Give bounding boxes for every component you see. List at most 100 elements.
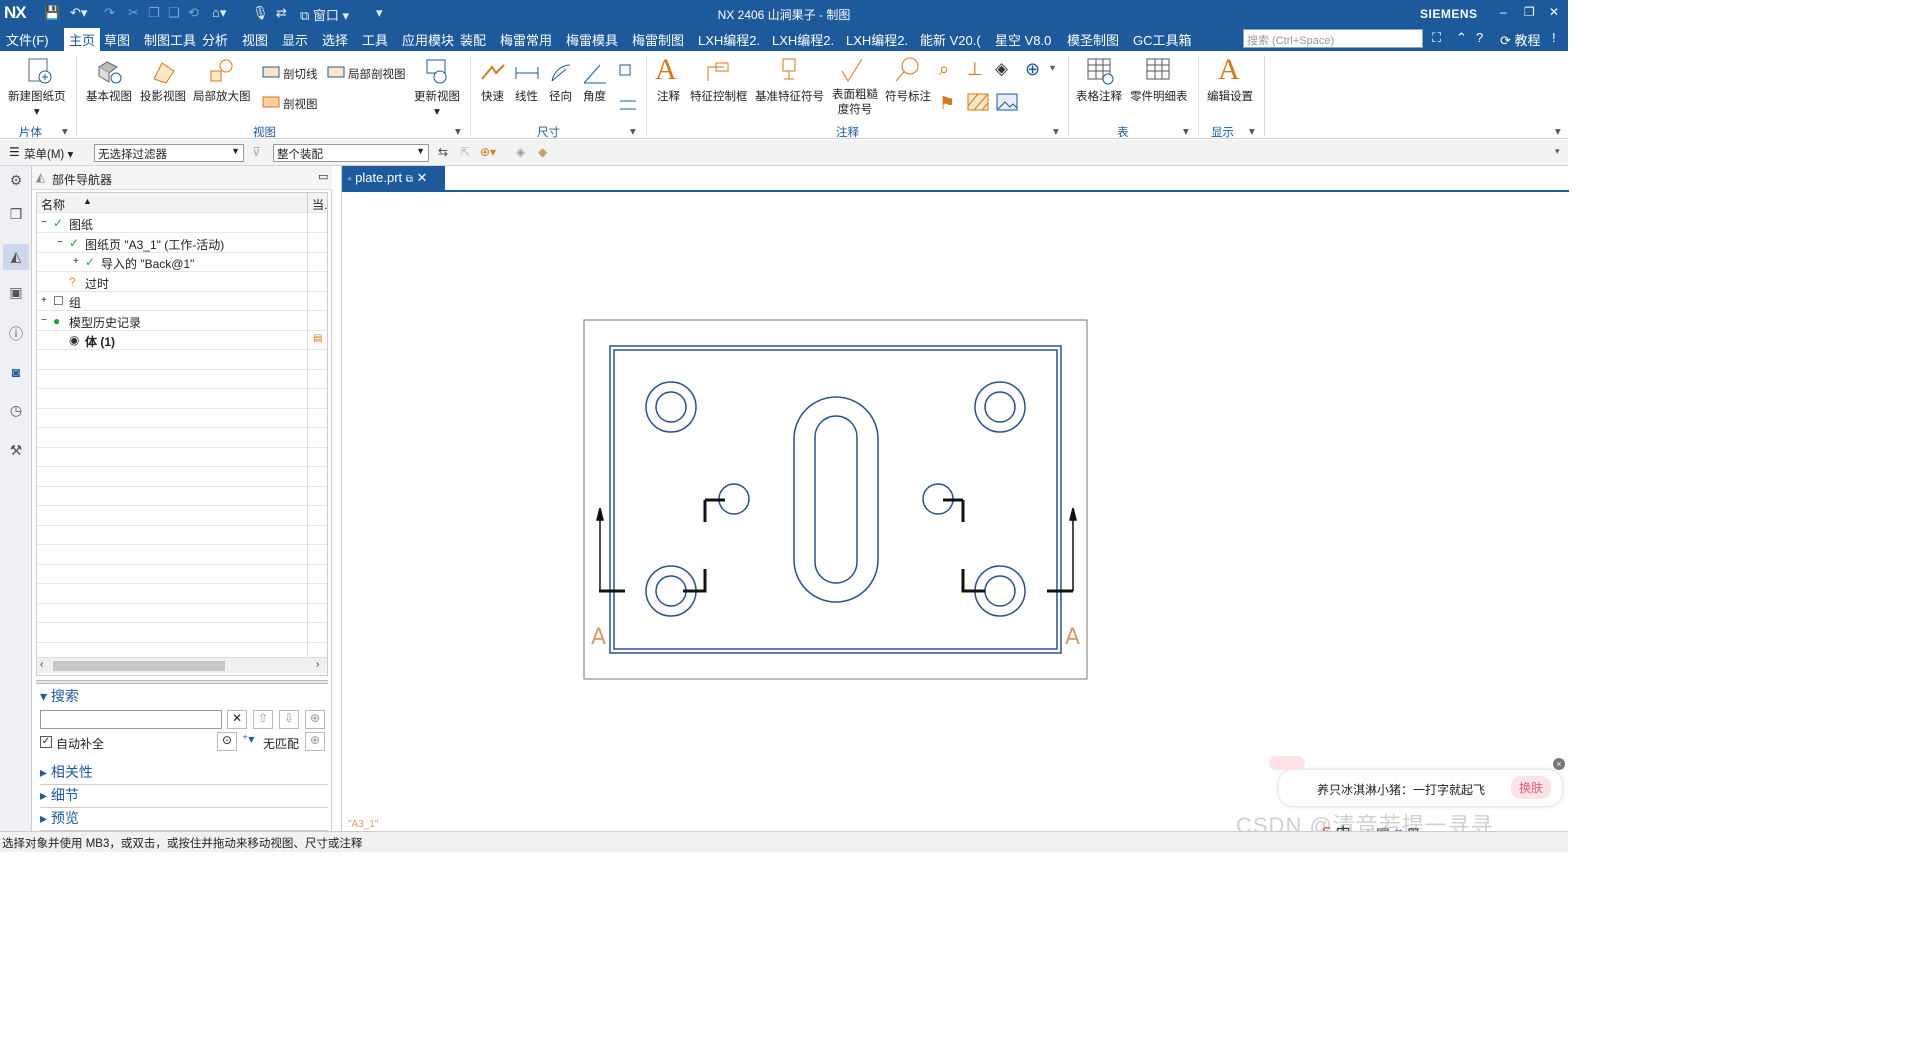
rapid-dimension-button[interactable]: 快速 bbox=[481, 88, 504, 104]
menu-button[interactable]: 菜单(M) ▾ bbox=[24, 146, 73, 162]
tools-icon[interactable]: ⚒ bbox=[7, 442, 25, 460]
horizontal-scrollbar[interactable]: ‹ › bbox=[37, 657, 327, 673]
tab-5[interactable]: 视图 bbox=[242, 30, 268, 49]
tab-11[interactable]: 梅雷常用 bbox=[500, 30, 552, 49]
tab-6[interactable]: 显示 bbox=[282, 30, 308, 49]
clear-search-icon[interactable]: ✕ bbox=[227, 710, 247, 729]
view-cube-icon[interactable]: ◈ bbox=[516, 145, 525, 159]
tree-node[interactable]: − ● 模型历史记录 bbox=[37, 310, 327, 331]
alert-icon[interactable]: ! bbox=[1552, 30, 1556, 45]
match-case-icon[interactable]: ⊙ bbox=[217, 732, 237, 751]
expand-toggle-icon[interactable]: + bbox=[41, 295, 47, 306]
column-name-header[interactable]: 名称 bbox=[41, 196, 65, 213]
edit-settings-button[interactable]: 编辑设置 bbox=[1207, 88, 1253, 104]
collapsible-section[interactable]: ▸ 相关性 bbox=[40, 762, 328, 785]
snap-point-icon[interactable]: ⊕▾ bbox=[480, 145, 496, 159]
model-history-icon[interactable]: ● bbox=[53, 314, 60, 328]
tutorial-link[interactable]: ⟳ 教程 bbox=[1500, 30, 1541, 49]
flag-icon[interactable]: ⚑ bbox=[939, 93, 955, 114]
weld-symbol-icon[interactable]: ⌕ bbox=[939, 59, 949, 80]
tab-10[interactable]: 装配 bbox=[460, 30, 486, 49]
note-button[interactable]: 注释 bbox=[657, 88, 680, 104]
toolbar-dropdown-icon[interactable]: ▾ bbox=[1555, 146, 1560, 157]
break-out-section-button[interactable]: 局部剖视图 bbox=[348, 66, 406, 82]
visibility-icon[interactable]: ◉ bbox=[69, 333, 79, 347]
close-tab-icon[interactable]: ✕ bbox=[417, 170, 428, 185]
section-line-button[interactable]: 剖切线 bbox=[283, 66, 318, 82]
tab-4[interactable]: 分析 bbox=[202, 30, 228, 49]
detail-view-button[interactable]: 局部放大图 bbox=[193, 88, 251, 104]
tree-node[interactable]: − ✓ 图纸 bbox=[37, 213, 327, 233]
tab-13[interactable]: 梅雷制图 bbox=[632, 30, 684, 49]
restore-button[interactable]: ❐ bbox=[1524, 5, 1535, 19]
group-annotation-dropdown-icon[interactable]: ▾ bbox=[1053, 124, 1059, 138]
tab-1[interactable]: 主页 bbox=[64, 28, 101, 51]
drawing-canvas[interactable]: A A "A3_1" bbox=[342, 190, 1569, 831]
check-icon[interactable]: ✓ bbox=[85, 255, 95, 269]
check-icon[interactable]: ✓ bbox=[53, 216, 63, 230]
centerline-dropdown-icon[interactable]: ▾ bbox=[1050, 63, 1055, 74]
hatch-icon[interactable] bbox=[967, 93, 989, 111]
tree-node[interactable]: + ✓ 导入的 "Back@1" bbox=[37, 252, 327, 272]
linear-dimension-button[interactable]: 线性 bbox=[515, 88, 538, 104]
part-navigator-icon[interactable]: ◭ bbox=[3, 244, 29, 270]
column-current-header[interactable]: 当. bbox=[307, 193, 327, 213]
collapsible-section[interactable]: ▸ 细节 bbox=[40, 785, 328, 808]
expand-toggle-icon[interactable]: − bbox=[41, 315, 47, 326]
expand-toggle-icon[interactable]: − bbox=[41, 217, 47, 228]
body-select-icon[interactable]: ◆ bbox=[538, 145, 547, 159]
search-next-icon[interactable]: ⇩ bbox=[279, 710, 299, 729]
command-search-input[interactable]: 搜索 (Ctrl+Space) bbox=[1243, 29, 1423, 48]
assembly-navigator-icon[interactable]: ❒ bbox=[7, 206, 25, 224]
group-display-dropdown-icon[interactable]: ▾ bbox=[1249, 124, 1255, 138]
drawing-sheet[interactable]: A A "A3_1" bbox=[342, 192, 1569, 831]
question-icon[interactable]: ? bbox=[69, 275, 76, 289]
tab-17[interactable]: 能新 V20.( bbox=[920, 30, 981, 49]
group-icon[interactable]: ☐ bbox=[53, 294, 64, 308]
skin-button[interactable]: 换肤 bbox=[1511, 776, 1552, 799]
select-all-icon[interactable]: ⇆ bbox=[438, 145, 448, 159]
area-fill-icon[interactable]: ◈ bbox=[995, 59, 1008, 79]
minimize-button[interactable]: – bbox=[1500, 5, 1507, 19]
section-label-left[interactable]: A bbox=[591, 625, 606, 650]
expand-toggle-icon[interactable]: + bbox=[73, 256, 79, 267]
feature-control-frame-button[interactable]: 特征控制框 bbox=[690, 88, 748, 104]
centerline-icon[interactable]: ⊕ bbox=[1025, 59, 1040, 80]
filter-reset-icon[interactable]: ⊽ bbox=[252, 145, 261, 159]
target-point-icon[interactable]: ⊥ bbox=[967, 59, 983, 80]
scroll-right-icon[interactable]: › bbox=[316, 659, 319, 670]
select-feature-icon[interactable]: ⇱ bbox=[460, 145, 470, 159]
collapse-ribbon-icon[interactable]: ⌃ bbox=[1456, 30, 1467, 46]
reuse-library-icon[interactable]: ▣ bbox=[7, 284, 25, 302]
help-icon[interactable]: ? bbox=[1476, 30, 1483, 45]
locate-icon[interactable]: ⊕ bbox=[305, 732, 325, 751]
group-sheet-dropdown-icon[interactable]: ▾ bbox=[62, 124, 68, 138]
angular-dimension-button[interactable]: 角度 bbox=[583, 88, 606, 104]
search-icon[interactable]: ⌕ bbox=[1406, 30, 1413, 46]
radial-dimension-button[interactable]: 径向 bbox=[549, 88, 572, 104]
web-browser-icon[interactable]: ◙ bbox=[7, 364, 25, 382]
tab-0[interactable]: 文件(F) bbox=[6, 30, 49, 49]
tab-2[interactable]: 草图 bbox=[104, 30, 130, 49]
tab-20[interactable]: GC工具箱 bbox=[1133, 30, 1192, 49]
search-previous-icon[interactable]: ⇧ bbox=[253, 710, 273, 729]
base-view-button[interactable]: 基本视图 bbox=[86, 88, 132, 104]
info-icon[interactable]: ⓘ bbox=[7, 324, 25, 342]
projected-view-button[interactable]: 投影视图 bbox=[140, 88, 186, 104]
search-input[interactable] bbox=[40, 710, 222, 729]
collapsible-section[interactable]: ▸ 预览 bbox=[40, 808, 328, 831]
tab-12[interactable]: 梅雷模具 bbox=[566, 30, 618, 49]
selection-scope-select[interactable]: 整个装配 ▼ bbox=[273, 144, 429, 162]
tabular-note-button[interactable]: 表格注释 bbox=[1076, 88, 1122, 104]
popup-close-icon[interactable]: × bbox=[1553, 758, 1565, 770]
scrollbar-thumb[interactable] bbox=[53, 661, 225, 671]
close-button[interactable]: ✕ bbox=[1549, 5, 1559, 19]
scroll-left-icon[interactable]: ‹ bbox=[40, 659, 43, 670]
tab-7[interactable]: 选择 bbox=[322, 30, 348, 49]
parts-list-button[interactable]: 零件明细表 bbox=[1130, 88, 1188, 104]
tree-node[interactable]: − ✓ 图纸页 "A3_1" (工作-活动) bbox=[37, 232, 327, 253]
selection-filter-select[interactable]: 无选择过滤器 ▼ bbox=[94, 144, 244, 162]
group-table-dropdown-icon[interactable]: ▾ bbox=[1183, 124, 1189, 138]
autocomplete-checkbox[interactable]: ✓ bbox=[40, 736, 52, 748]
fullscreen-icon[interactable]: ⛶ bbox=[1432, 30, 1441, 46]
